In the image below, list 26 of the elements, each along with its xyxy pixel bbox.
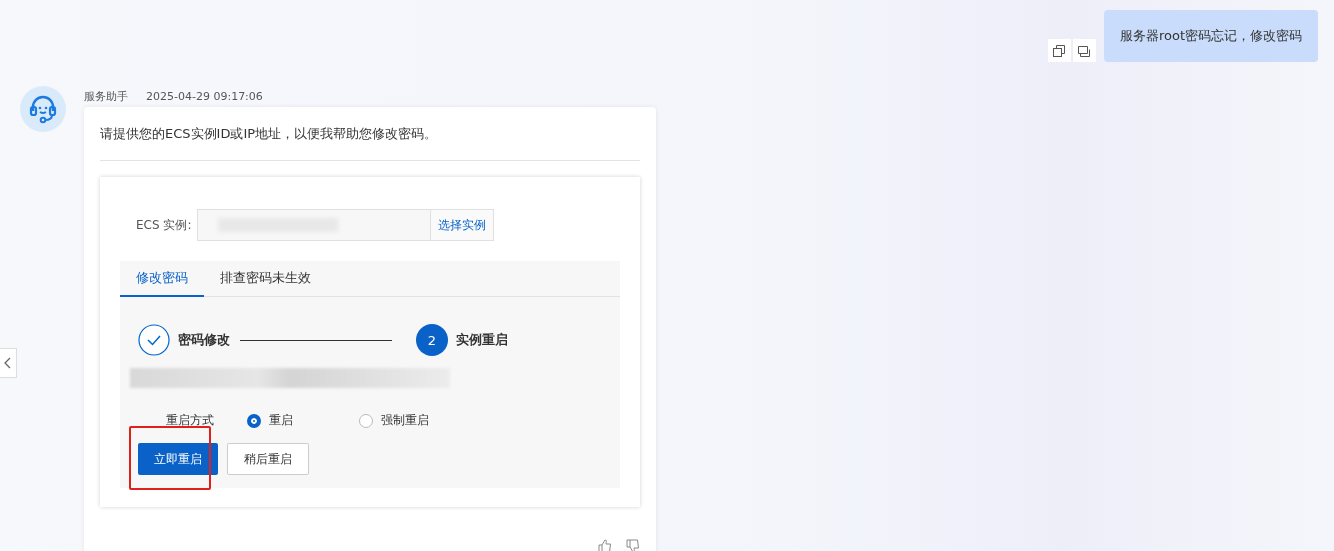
copy-icon — [1052, 43, 1067, 58]
tab[interactable]: 排查密码未生效 — [204, 261, 327, 297]
user-message: 服务器root密码忘记，修改密码 — [1103, 10, 1318, 62]
assistant-name: 服务助手 — [84, 88, 128, 104]
message-text: 请提供您的ECS实例ID或IP地址，以便我帮助您修改密码。 — [100, 107, 640, 161]
avatar-icon — [20, 86, 66, 132]
step-number: 2 — [416, 324, 448, 356]
restart-button[interactable]: 立即重启 — [138, 443, 218, 475]
thumbs-down-icon[interactable] — [626, 539, 640, 551]
quote-button[interactable] — [1072, 39, 1096, 62]
collapse-tab[interactable] — [0, 348, 17, 378]
restart-button[interactable]: 稍后重启 — [227, 443, 309, 475]
select-instance-button[interactable]: 选择实例 — [431, 209, 495, 241]
radio-option[interactable]: 重启 — [247, 412, 359, 429]
quote-icon — [1077, 43, 1092, 58]
radio-option[interactable]: 强制重启 — [359, 412, 471, 429]
tab[interactable]: 修改密码 — [120, 261, 204, 297]
step-label: 密码修改 — [178, 331, 230, 349]
step-label: 实例重启 — [456, 331, 508, 349]
message-time: 2025-04-29 09:17:06 — [146, 89, 263, 103]
option-label: 重启方式 — [166, 412, 214, 429]
thumbs-up-icon[interactable] — [598, 539, 612, 551]
chevron-left-icon — [4, 357, 12, 369]
instance-field[interactable] — [197, 209, 432, 241]
copy-button[interactable] — [1047, 39, 1071, 62]
field-label: ECS 实例: — [136, 216, 192, 234]
